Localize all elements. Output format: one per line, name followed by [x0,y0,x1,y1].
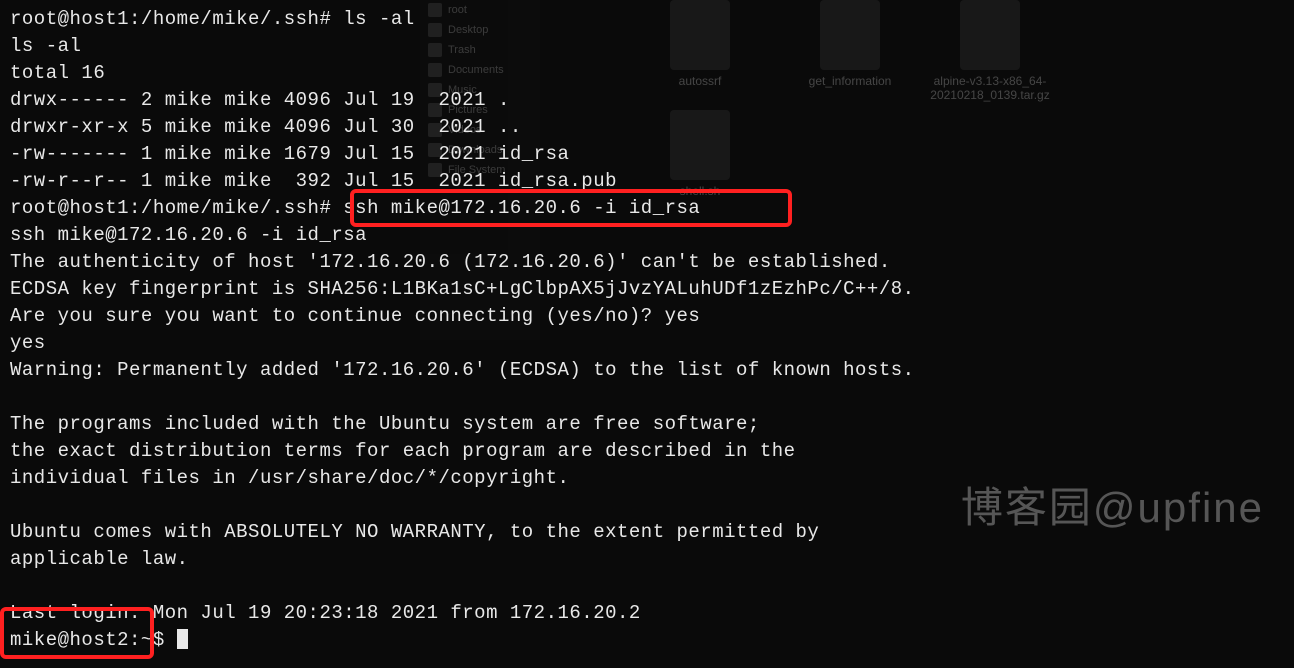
terminal-output-line: -rw-r--r-- 1 mike mike 392 Jul 15 2021 i… [10,168,1294,195]
output-text: ssh mike@172.16.20.6 -i id_rsa [10,224,367,246]
terminal-output-line [10,384,1294,411]
output-text: Warning: Permanently added '172.16.20.6'… [10,359,915,381]
terminal-output-line: Last login: Mon Jul 19 20:23:18 2021 fro… [10,600,1294,627]
terminal-output-line: yes [10,330,1294,357]
command-text: ls -al [331,8,414,30]
terminal-output-line: -rw------- 1 mike mike 1679 Jul 15 2021 … [10,141,1294,168]
output-text: drwx------ 2 mike mike 4096 Jul 19 2021 … [10,89,510,111]
output-text: The authenticity of host '172.16.20.6 (1… [10,251,891,273]
output-text: applicable law. [10,548,189,570]
output-text: Ubuntu comes with ABSOLUTELY NO WARRANTY… [10,521,819,543]
output-text: the exact distribution terms for each pr… [10,440,796,462]
command-text [165,629,177,651]
terminal-output-line: ls -al [10,33,1294,60]
output-text: Last login: Mon Jul 19 20:23:18 2021 fro… [10,602,641,624]
terminal-output-line [10,492,1294,519]
output-text: drwxr-xr-x 5 mike mike 4096 Jul 30 2021 … [10,116,522,138]
output-text: ls -al [10,35,81,57]
output-text: -rw------- 1 mike mike 1679 Jul 15 2021 … [10,143,569,165]
terminal-output-line: ssh mike@172.16.20.6 -i id_rsa [10,222,1294,249]
terminal-command-line: root@host1:/home/mike/.ssh# ssh mike@172… [10,195,1294,222]
terminal-output-line [10,573,1294,600]
output-text: individual files in /usr/share/doc/*/cop… [10,467,569,489]
terminal-output-line: ECDSA key fingerprint is SHA256:L1BKa1sC… [10,276,1294,303]
output-text: -rw-r--r-- 1 mike mike 392 Jul 15 2021 i… [10,170,617,192]
terminal-command-line: mike@host2:~$ [10,627,1294,654]
shell-prompt: root@host1:/home/mike/.ssh# [10,8,331,30]
terminal-output-line: drwxr-xr-x 5 mike mike 4096 Jul 30 2021 … [10,114,1294,141]
terminal-output-line: Ubuntu comes with ABSOLUTELY NO WARRANTY… [10,519,1294,546]
terminal-output-line: total 16 [10,60,1294,87]
command-text: ssh mike@172.16.20.6 -i id_rsa [331,197,700,219]
terminal-output-line: applicable law. [10,546,1294,573]
shell-prompt: mike@host2:~$ [10,629,165,651]
output-text: ECDSA key fingerprint is SHA256:L1BKa1sC… [10,278,915,300]
terminal-command-line: root@host1:/home/mike/.ssh# ls -al [10,6,1294,33]
output-text: total 16 [10,62,105,84]
output-text: Are you sure you want to continue connec… [10,305,700,327]
terminal-output-line: Warning: Permanently added '172.16.20.6'… [10,357,1294,384]
output-text: The programs included with the Ubuntu sy… [10,413,760,435]
terminal-output-line: the exact distribution terms for each pr… [10,438,1294,465]
terminal-output-line: The authenticity of host '172.16.20.6 (1… [10,249,1294,276]
cursor-block [177,629,188,649]
terminal-output-line: Are you sure you want to continue connec… [10,303,1294,330]
terminal-output[interactable]: root@host1:/home/mike/.ssh# ls -alls -al… [0,0,1294,654]
terminal-output-line: The programs included with the Ubuntu sy… [10,411,1294,438]
shell-prompt: root@host1:/home/mike/.ssh# [10,197,331,219]
output-text: yes [10,332,46,354]
terminal-output-line: individual files in /usr/share/doc/*/cop… [10,465,1294,492]
terminal-output-line: drwx------ 2 mike mike 4096 Jul 19 2021 … [10,87,1294,114]
